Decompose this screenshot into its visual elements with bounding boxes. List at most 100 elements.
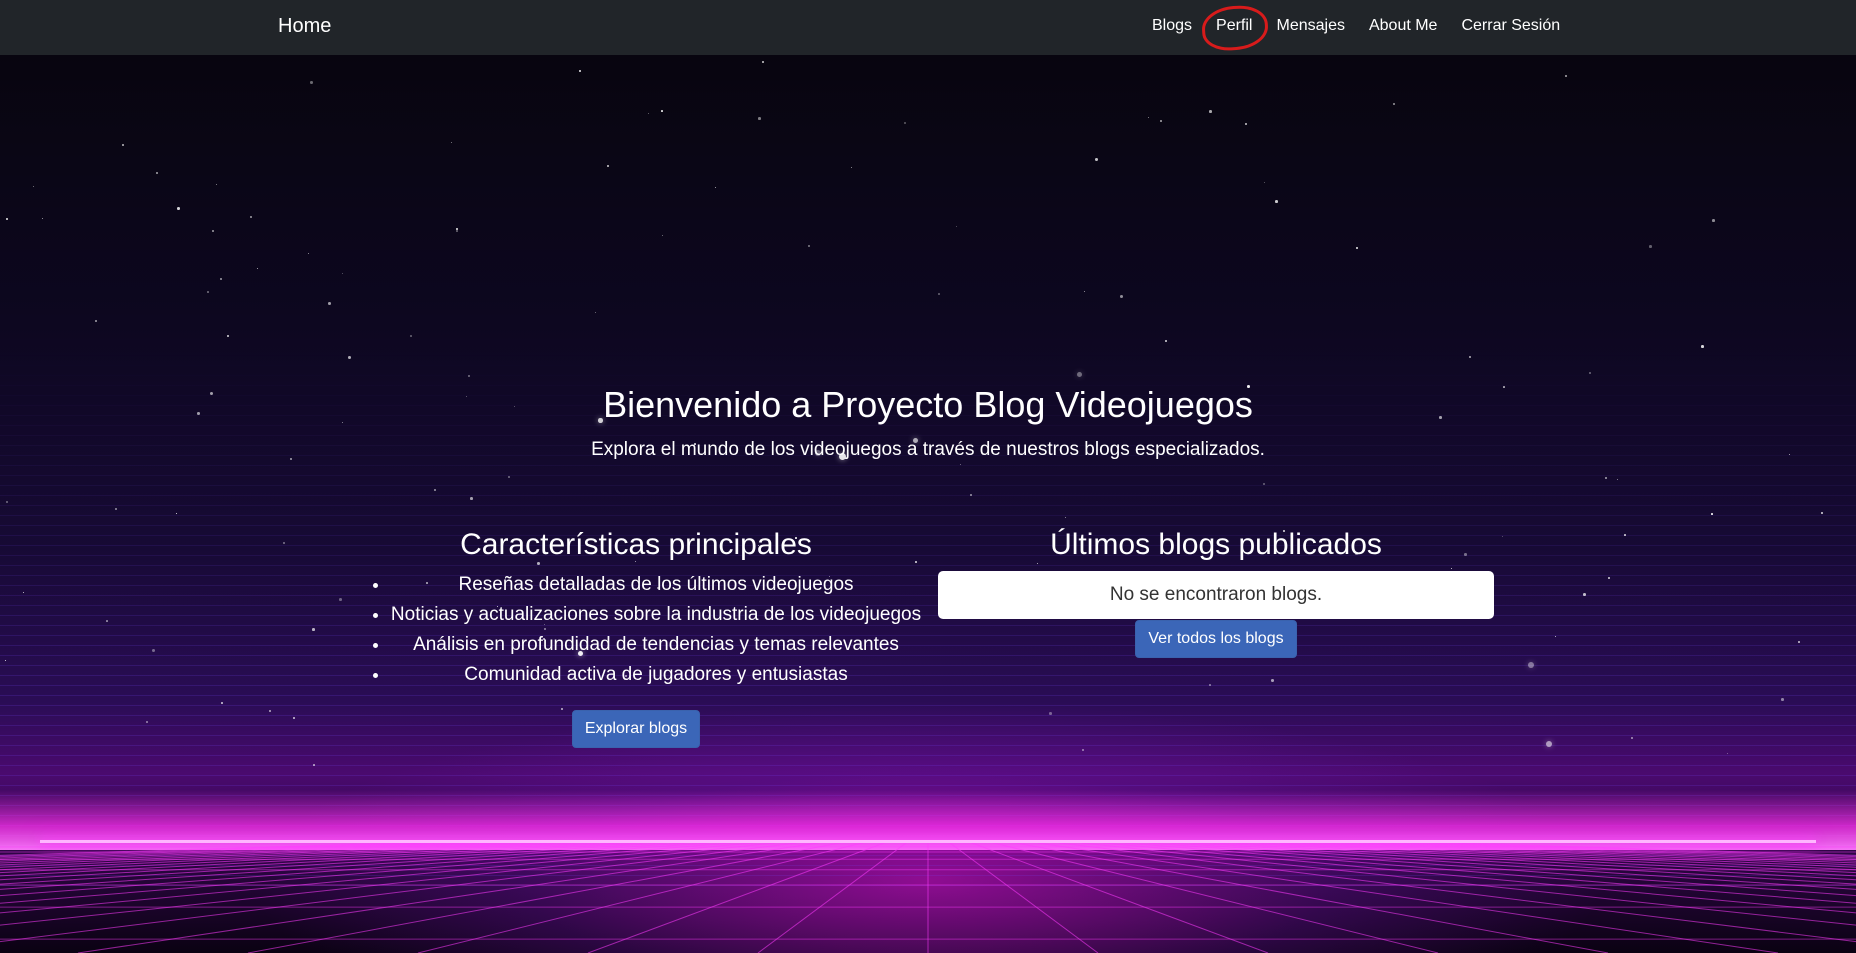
- star: [851, 167, 853, 169]
- star: [207, 291, 209, 293]
- star: [221, 702, 223, 704]
- star: [176, 513, 177, 514]
- star: [662, 235, 664, 237]
- star: [1649, 245, 1652, 248]
- star: [956, 226, 958, 228]
- synthwave-background: [0, 55, 1856, 953]
- features-list: Reseñas detalladas de los últimos videoj…: [350, 570, 922, 690]
- star: [1165, 340, 1168, 343]
- star: [1589, 372, 1591, 374]
- star: [607, 165, 610, 168]
- star: [758, 117, 761, 120]
- star: [106, 620, 108, 622]
- nav-link-mensajes[interactable]: Mensajes: [1264, 17, 1356, 35]
- star: [456, 230, 458, 232]
- star: [216, 184, 218, 186]
- star: [1275, 200, 1278, 203]
- page-subtitle: Explora el mundo de los videojuegos a tr…: [591, 439, 1265, 460]
- star: [1781, 698, 1784, 701]
- nav-link-perfil[interactable]: Perfil: [1204, 17, 1264, 35]
- nav-link-blogs[interactable]: Blogs: [1140, 17, 1204, 35]
- star: [410, 335, 412, 337]
- latest-blogs-heading: Últimos blogs publicados: [1050, 528, 1382, 561]
- star: [313, 764, 315, 766]
- star: [312, 628, 315, 631]
- star: [1209, 110, 1212, 113]
- star: [227, 335, 230, 338]
- star: [1356, 247, 1359, 250]
- star: [595, 312, 597, 314]
- star: [1264, 182, 1266, 184]
- star: [1209, 684, 1211, 686]
- list-item: Análisis en profundidad de tendencias y …: [390, 630, 922, 660]
- star: [348, 356, 351, 359]
- star: [904, 122, 907, 125]
- star: [456, 228, 459, 231]
- star: [1148, 117, 1149, 118]
- top-navbar: Home Blogs Perfil Mensajes About Me Cerr…: [0, 0, 1856, 55]
- star: [146, 721, 148, 723]
- features-heading: Características principales: [460, 528, 812, 561]
- star: [293, 717, 295, 719]
- star: [1608, 577, 1610, 579]
- star: [938, 293, 940, 295]
- star: [308, 253, 310, 255]
- star: [1084, 291, 1086, 293]
- star: [250, 216, 253, 219]
- star: [808, 245, 810, 247]
- star: [1605, 477, 1607, 479]
- star: [220, 278, 223, 281]
- star: [1624, 534, 1626, 536]
- features-section: Características principales Reseñas deta…: [350, 528, 922, 748]
- star: [342, 273, 344, 275]
- star: [661, 110, 663, 112]
- star: [1095, 158, 1098, 161]
- star: [1712, 219, 1715, 222]
- star: [42, 218, 44, 220]
- star: [95, 320, 98, 323]
- star: [648, 113, 650, 115]
- star: [579, 70, 582, 73]
- latest-blogs-section: Últimos blogs publicados No se encontrar…: [938, 528, 1494, 658]
- star: [1271, 679, 1274, 682]
- brand-home-link[interactable]: Home: [278, 15, 331, 38]
- star: [1120, 295, 1123, 298]
- view-all-blogs-button[interactable]: Ver todos los blogs: [1135, 620, 1297, 658]
- nav-link-cerrar-sesion[interactable]: Cerrar Sesión: [1449, 17, 1572, 35]
- star: [328, 302, 331, 305]
- star: [434, 489, 436, 491]
- star: [1469, 356, 1471, 358]
- star: [1160, 120, 1162, 122]
- star: [339, 598, 342, 601]
- star: [1798, 641, 1800, 643]
- no-blogs-message: No se encontraron blogs.: [938, 571, 1494, 619]
- list-item: Reseñas detalladas de los últimos videoj…: [390, 570, 922, 600]
- star: [33, 186, 34, 187]
- star: [451, 142, 453, 144]
- star: [152, 649, 155, 652]
- star: [762, 61, 764, 63]
- star: [257, 268, 259, 270]
- star: [122, 144, 124, 146]
- star: [177, 207, 180, 210]
- nav-link-about-me[interactable]: About Me: [1357, 17, 1449, 35]
- star: [1393, 103, 1395, 105]
- nav-links: Blogs Perfil Mensajes About Me Cerrar Se…: [1140, 17, 1572, 35]
- star: [715, 187, 717, 189]
- star: [310, 81, 313, 84]
- star: [1583, 593, 1586, 596]
- star: [1565, 75, 1568, 78]
- star: [156, 172, 159, 175]
- list-item: Noticias y actualizaciones sobre la indu…: [390, 600, 922, 630]
- list-item: Comunidad activa de jugadores y entusias…: [390, 660, 922, 690]
- neon-grid-floor: [0, 843, 1856, 953]
- star: [6, 501, 8, 503]
- star: [6, 218, 9, 221]
- star: [470, 497, 473, 500]
- explore-blogs-button[interactable]: Explorar blogs: [571, 710, 701, 748]
- page-title: Bienvenido a Proyecto Blog Videojuegos: [603, 384, 1253, 425]
- star: [1711, 513, 1713, 515]
- star: [1049, 712, 1052, 715]
- star: [1245, 123, 1248, 126]
- star: [1701, 345, 1704, 348]
